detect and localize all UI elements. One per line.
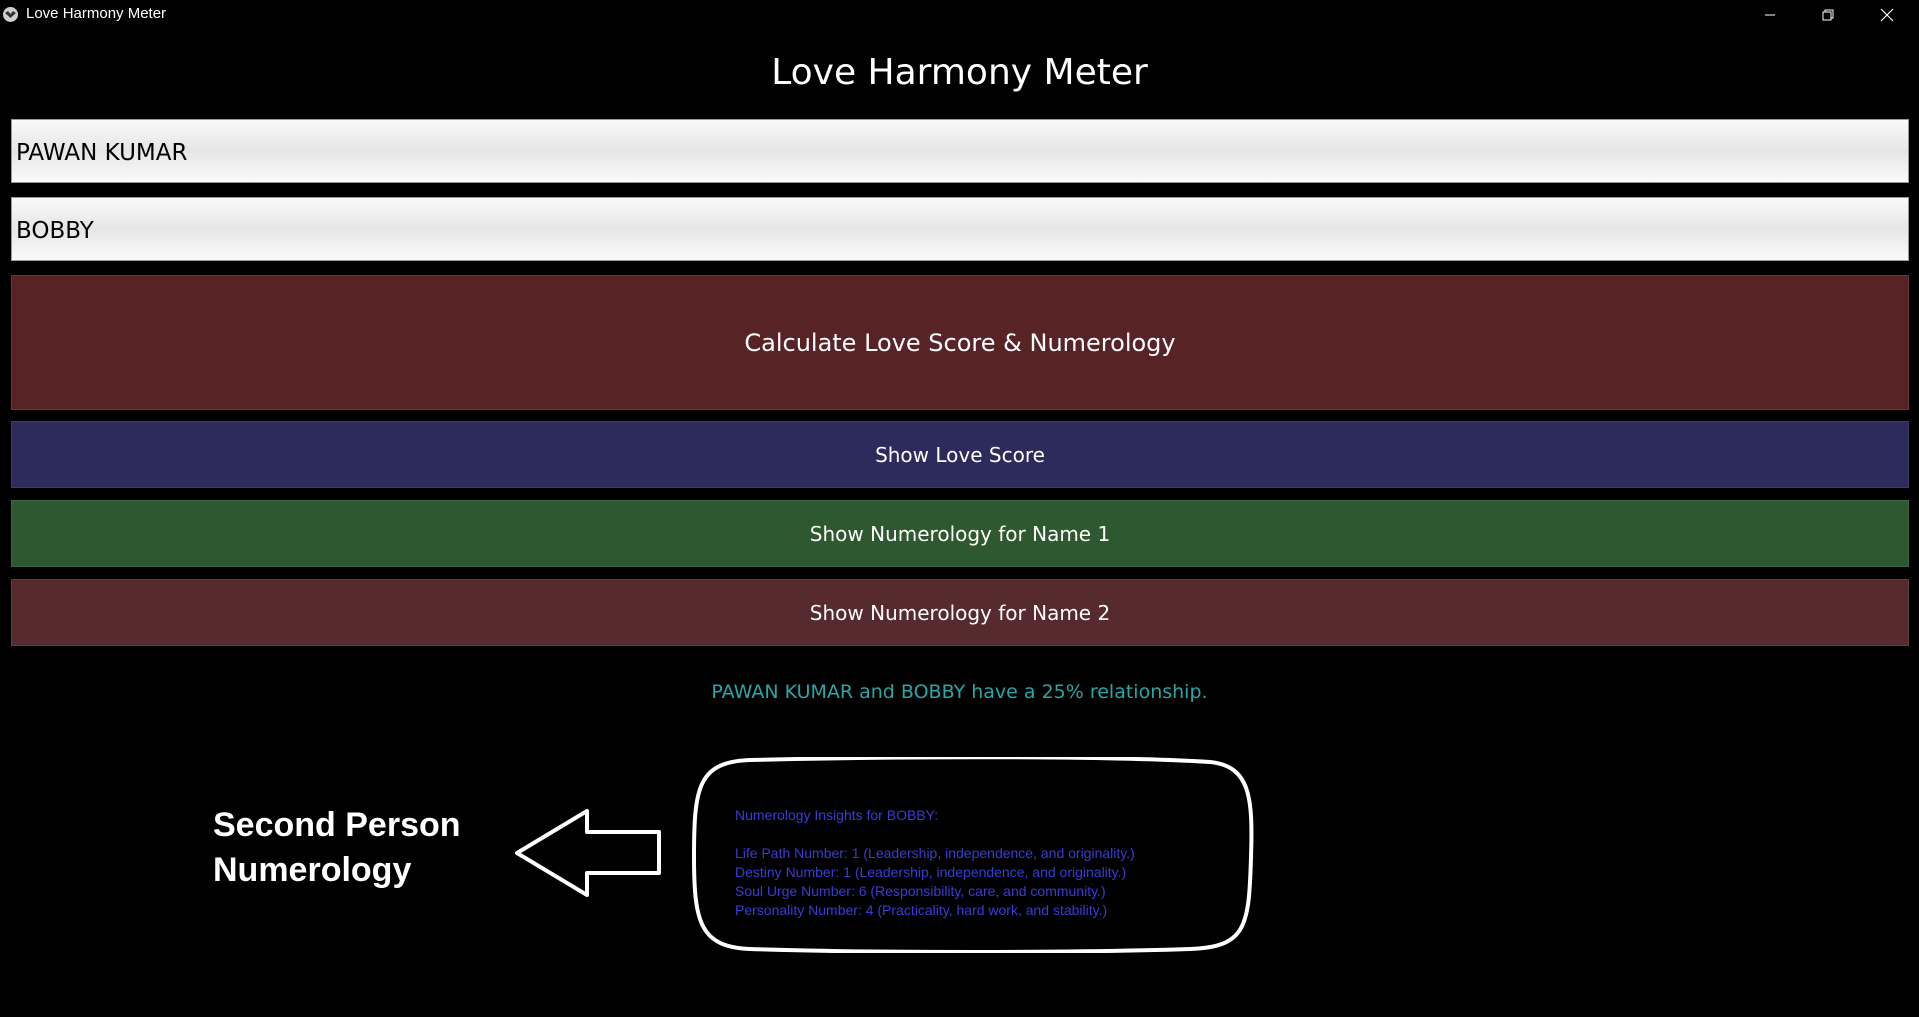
title-bar: Love Harmony Meter xyxy=(0,0,1919,29)
personality-number: Personality Number: 4 (Practicality, har… xyxy=(735,902,1108,918)
destiny-number: Destiny Number: 1 (Leadership, independe… xyxy=(735,864,1127,880)
calculate-button[interactable]: Calculate Love Score & Numerology xyxy=(11,275,1909,410)
left-arrow-icon xyxy=(514,807,664,903)
numerology-insights-panel: Numerology Insights for BOBBY: Life Path… xyxy=(735,806,1135,920)
restore-icon xyxy=(1822,9,1834,21)
name-1-input[interactable] xyxy=(11,119,1909,183)
minimize-button[interactable] xyxy=(1741,0,1799,29)
show-numerology-name1-label: Show Numerology for Name 1 xyxy=(809,521,1111,546)
show-numerology-name1-button[interactable]: Show Numerology for Name 1 xyxy=(11,500,1909,567)
show-love-score-button[interactable]: Show Love Score xyxy=(11,421,1909,488)
show-numerology-name2-label: Show Numerology for Name 2 xyxy=(809,600,1111,625)
show-love-score-label: Show Love Score xyxy=(875,442,1045,467)
insights-heading: Numerology Insights for BOBBY: xyxy=(735,807,939,823)
app-heading: Love Harmony Meter xyxy=(771,52,1148,93)
app-logo-icon xyxy=(3,7,18,22)
minimize-icon xyxy=(1764,9,1776,21)
insights-spacer xyxy=(735,825,1135,844)
life-path-number: Life Path Number: 1 (Leadership, indepen… xyxy=(735,845,1135,861)
show-numerology-name2-button[interactable]: Show Numerology for Name 2 xyxy=(11,579,1909,646)
name-2-input[interactable] xyxy=(11,197,1909,261)
annotation-label: Second Person Numerology xyxy=(213,806,461,889)
love-score-result: PAWAN KUMAR and BOBBY have a 25% relatio… xyxy=(711,681,1208,703)
calculate-button-label: Calculate Love Score & Numerology xyxy=(744,328,1176,357)
window-title: Love Harmony Meter xyxy=(26,5,167,22)
close-icon xyxy=(1880,8,1894,22)
soul-urge-number: Soul Urge Number: 6 (Responsibility, car… xyxy=(735,883,1106,899)
restore-button[interactable] xyxy=(1799,0,1857,29)
close-button[interactable] xyxy=(1858,0,1916,29)
